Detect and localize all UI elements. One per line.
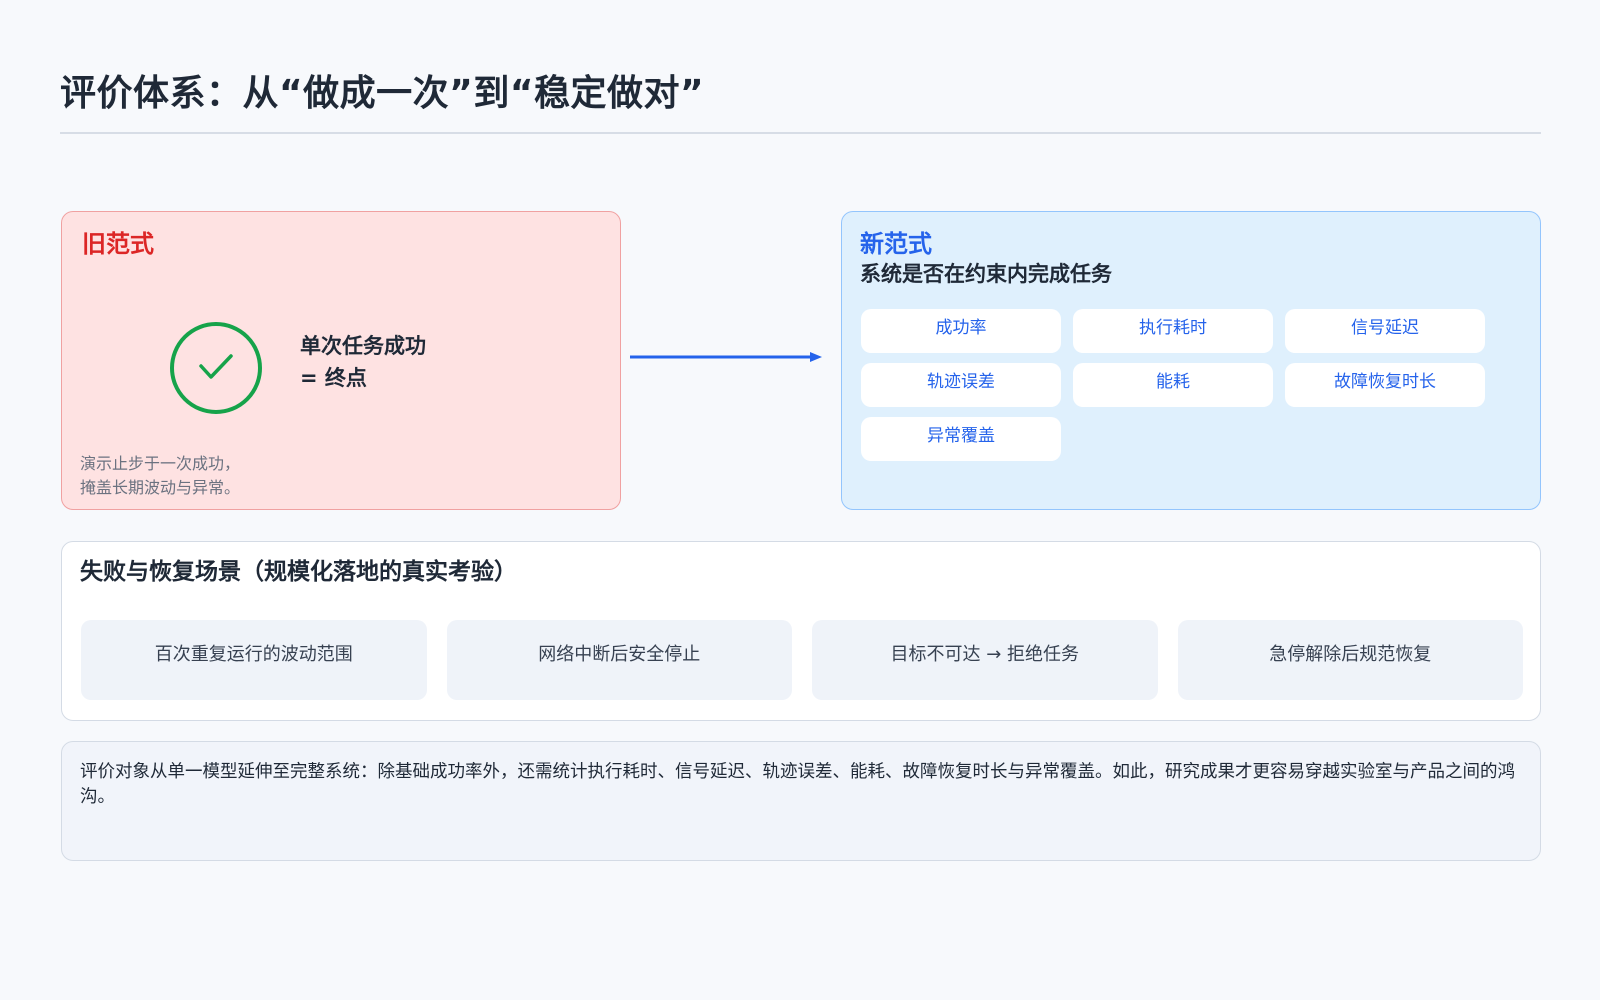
old-note-line2: 掩盖长期波动与异常。	[80, 478, 241, 497]
old-paradigm-heading: 旧范式	[82, 230, 154, 258]
page-title: 评价体系：从“做成一次”到“稳定做对”	[60, 73, 705, 114]
scenario-item: 网络中断后安全停止	[446, 620, 792, 700]
summary-paragraph: 评价对象从单一模型延伸至完整系统：除基础成功率外，还需统计执行耗时、信号延迟、轨…	[61, 741, 1541, 861]
metric-chip: 轨迹误差	[861, 363, 1061, 407]
arrow-right-icon	[630, 352, 822, 362]
scenario-item: 急停解除后规范恢复	[1177, 620, 1523, 700]
check-mark-icon	[199, 354, 233, 379]
scenario-item: 百次重复运行的波动范围	[81, 620, 427, 700]
old-paradigm-statement: 单次任务成功 = 终点	[300, 330, 426, 394]
metric-chip: 执行耗时	[1073, 309, 1273, 353]
metric-chip: 信号延迟	[1285, 309, 1485, 353]
failure-recovery-heading: 失败与恢复场景（规模化落地的真实考验）	[80, 559, 517, 585]
scenario-item: 目标不可达 → 拒绝任务	[812, 620, 1158, 700]
metric-chip: 成功率	[861, 309, 1061, 353]
old-paradigm-card: 旧范式 单次任务成功 = 终点 演示止步于一次成功， 掩盖长期波动与异常。	[61, 211, 621, 510]
old-paradigm-note: 演示止步于一次成功， 掩盖长期波动与异常。	[80, 452, 240, 500]
old-note-line1: 演示止步于一次成功，	[80, 454, 241, 473]
metric-chip: 故障恢复时长	[1285, 363, 1485, 407]
new-paradigm-card: 新范式 系统是否在约束内完成任务 成功率 执行耗时 信号延迟 轨迹误差 能耗 故…	[841, 211, 1541, 510]
metric-chip: 异常覆盖	[861, 417, 1061, 461]
check-circle-icon	[170, 322, 262, 414]
title-divider	[60, 132, 1541, 134]
new-paradigm-subtitle: 系统是否在约束内完成任务	[860, 262, 1112, 286]
metric-chip: 能耗	[1073, 363, 1273, 407]
scenario-list: 百次重复运行的波动范围 网络中断后安全停止 目标不可达 → 拒绝任务 急停解除后…	[81, 620, 1523, 700]
new-paradigm-heading: 新范式	[860, 230, 932, 258]
failure-recovery-card: 失败与恢复场景（规模化落地的真实考验） 百次重复运行的波动范围 网络中断后安全停…	[61, 541, 1541, 721]
old-statement-line1: 单次任务成功	[300, 334, 426, 358]
metrics-grid: 成功率 执行耗时 信号延迟 轨迹误差 能耗 故障恢复时长 异常覆盖	[861, 309, 1486, 461]
old-statement-line2: = 终点	[300, 366, 367, 390]
